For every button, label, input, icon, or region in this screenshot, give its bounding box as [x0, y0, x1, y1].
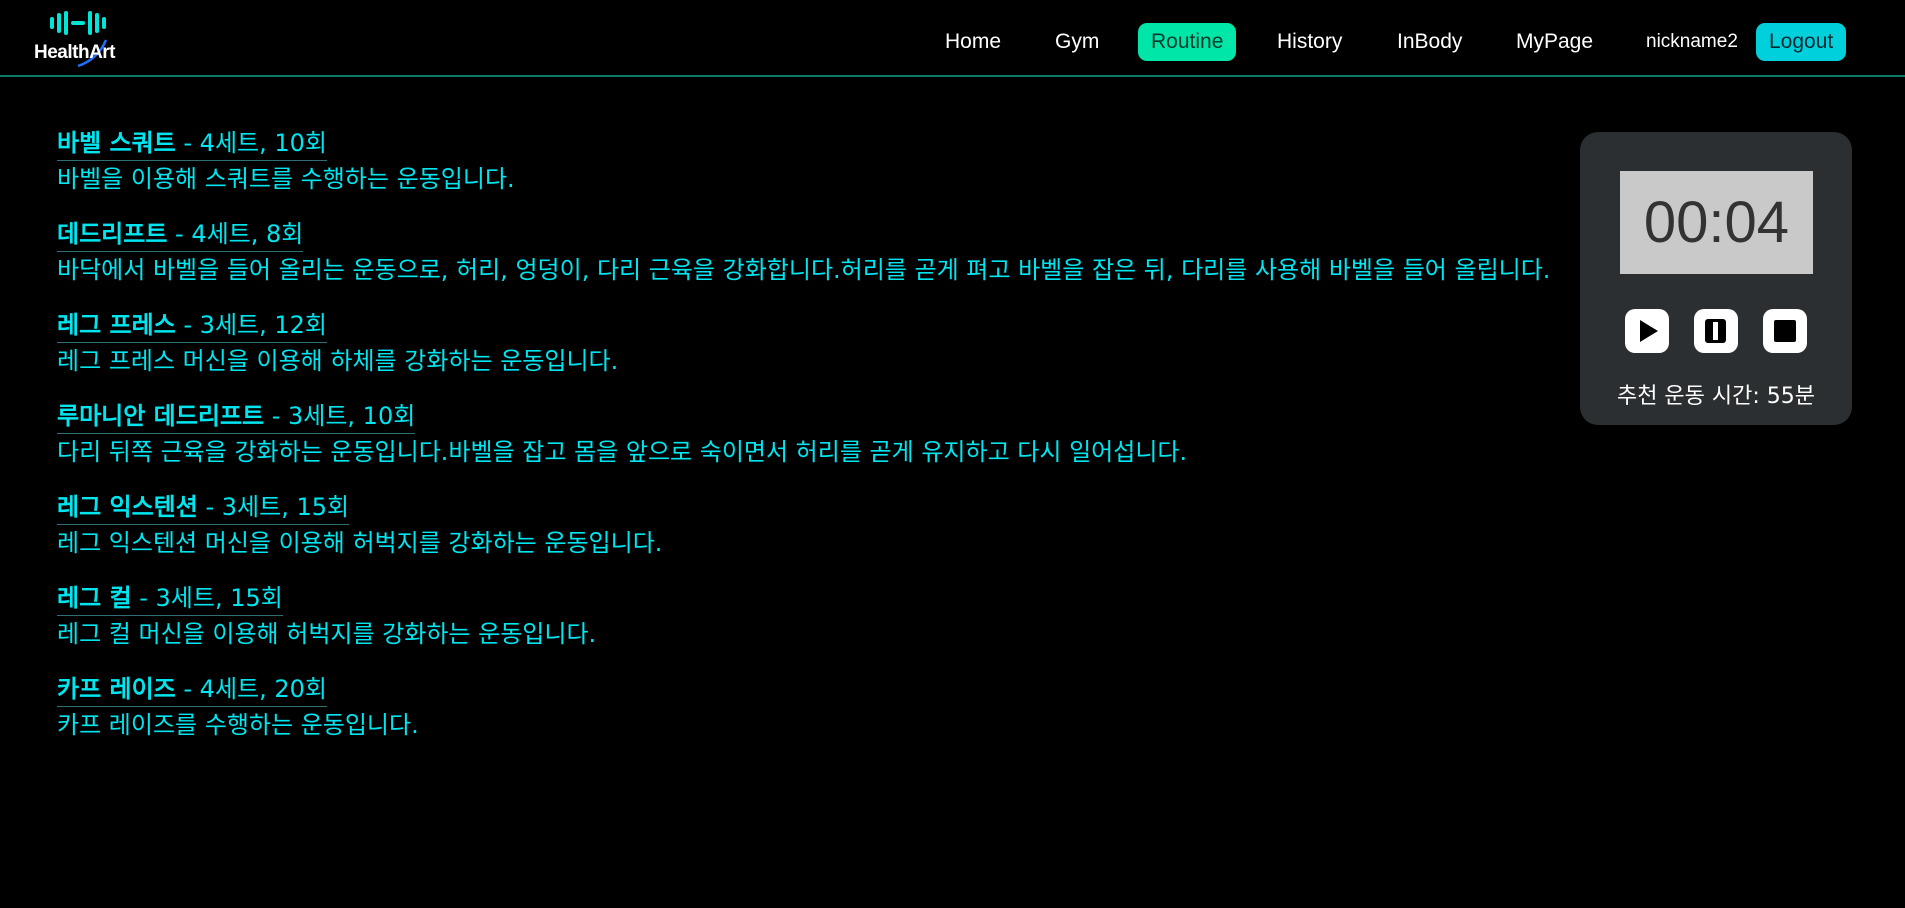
exercise-description: 레그 프레스 머신을 이용해 하체를 강화하는 운동입니다.: [57, 347, 619, 375]
exercise-item: 데드리프트 - 4세트, 8회 바닥에서 바벨을 들어 올리는 운동으로, 허리…: [57, 219, 1567, 286]
exercise-heading[interactable]: 레그 프레스 - 3세트, 12회: [57, 310, 327, 343]
exercise-description: 카프 레이즈를 수행하는 운동입니다.: [57, 711, 419, 739]
timer-display: 00:04: [1620, 171, 1813, 274]
exercise-item: 레그 익스텐션 - 3세트, 15회 레그 익스텐션 머신을 이용해 허벅지를 …: [57, 492, 1567, 559]
nav-routine[interactable]: Routine: [1138, 23, 1237, 61]
exercise-item: 카프 레이즈 - 4세트, 20회 카프 레이즈를 수행하는 운동입니다.: [57, 674, 1567, 741]
exercise-heading[interactable]: 카프 레이즈 - 4세트, 20회: [57, 674, 327, 707]
nav-inbody[interactable]: InBody: [1397, 23, 1462, 61]
play-icon: [1640, 320, 1658, 342]
exercise-name: 카프 레이즈: [57, 675, 176, 703]
exercise-detail: - 3세트, 15회: [197, 493, 350, 521]
exercise-heading[interactable]: 레그 익스텐션 - 3세트, 15회: [57, 492, 350, 525]
exercise-heading[interactable]: 데드리프트 - 4세트, 8회: [57, 219, 304, 252]
exercise-detail: - 3세트, 12회: [175, 311, 327, 339]
exercise-detail: - 3세트, 10회: [264, 402, 416, 430]
exercise-name: 바벨 스쿼트: [57, 129, 176, 157]
exercise-item: 레그 컬 - 3세트, 15회 레그 컬 머신을 이용해 허벅지를 강화하는 운…: [57, 583, 1567, 650]
exercise-description: 바닥에서 바벨을 들어 올리는 운동으로, 허리, 엉덩이, 다리 근육을 강화…: [57, 256, 1551, 284]
exercise-detail: - 4세트, 8회: [167, 220, 304, 248]
top-navbar: HealthArt Home Gym Routine History InBod…: [0, 0, 1905, 77]
exercise-heading[interactable]: 바벨 스쿼트 - 4세트, 10회: [57, 128, 327, 161]
pause-icon: [1705, 319, 1726, 343]
exercise-description: 다리 뒤쪽 근육을 강화하는 운동입니다.바벨을 잡고 몸을 앞으로 숙이면서 …: [57, 438, 1188, 466]
exercise-description: 바벨을 이용해 스쿼트를 수행하는 운동입니다.: [57, 165, 515, 193]
exercise-item: 루마니안 데드리프트 - 3세트, 10회 다리 뒤쪽 근육을 강화하는 운동입…: [57, 401, 1567, 468]
exercise-description: 레그 컬 머신을 이용해 허벅지를 강화하는 운동입니다.: [57, 620, 597, 648]
nav-mypage[interactable]: MyPage: [1516, 23, 1593, 61]
brand-logo[interactable]: HealthArt: [34, 10, 134, 68]
exercise-name: 데드리프트: [57, 220, 168, 248]
exercise-name: 레그 프레스: [57, 311, 176, 339]
exercise-detail: - 4세트, 10회: [175, 129, 327, 157]
exercise-heading[interactable]: 레그 컬 - 3세트, 15회: [57, 583, 283, 616]
logout-button[interactable]: Logout: [1756, 23, 1847, 61]
exercise-name: 루마니안 데드리프트: [57, 402, 265, 430]
exercise-heading[interactable]: 루마니안 데드리프트 - 3세트, 10회: [57, 401, 416, 434]
play-button[interactable]: [1625, 309, 1669, 353]
barbell-icon: [50, 10, 106, 36]
exercise-detail: - 3세트, 15회: [131, 584, 283, 612]
user-nickname: nickname2: [1646, 31, 1738, 52]
exercise-name: 레그 컬: [57, 584, 132, 612]
nav-history[interactable]: History: [1277, 23, 1342, 61]
exercise-item: 바벨 스쿼트 - 4세트, 10회 바벨을 이용해 스쿼트를 수행하는 운동입니…: [57, 128, 1567, 195]
workout-timer: 00:04 추천 운동 시간: 55분: [1580, 132, 1852, 425]
pause-button[interactable]: [1694, 309, 1738, 353]
recommended-time: 추천 운동 시간: 55분: [1616, 384, 1816, 409]
nav-home[interactable]: Home: [945, 23, 1001, 61]
exercise-item: 레그 프레스 - 3세트, 12회 레그 프레스 머신을 이용해 하체를 강화하…: [57, 310, 1567, 377]
brand-name: HealthArt: [34, 42, 116, 63]
nav-gym[interactable]: Gym: [1055, 23, 1099, 61]
exercise-name: 레그 익스텐션: [57, 493, 198, 521]
routine-list: 바벨 스쿼트 - 4세트, 10회 바벨을 이용해 스쿼트를 수행하는 운동입니…: [57, 128, 1567, 765]
stop-icon: [1774, 320, 1796, 342]
exercise-detail: - 4세트, 20회: [175, 675, 327, 703]
stop-button[interactable]: [1763, 309, 1807, 353]
exercise-description: 레그 익스텐션 머신을 이용해 허벅지를 강화하는 운동입니다.: [57, 529, 663, 557]
